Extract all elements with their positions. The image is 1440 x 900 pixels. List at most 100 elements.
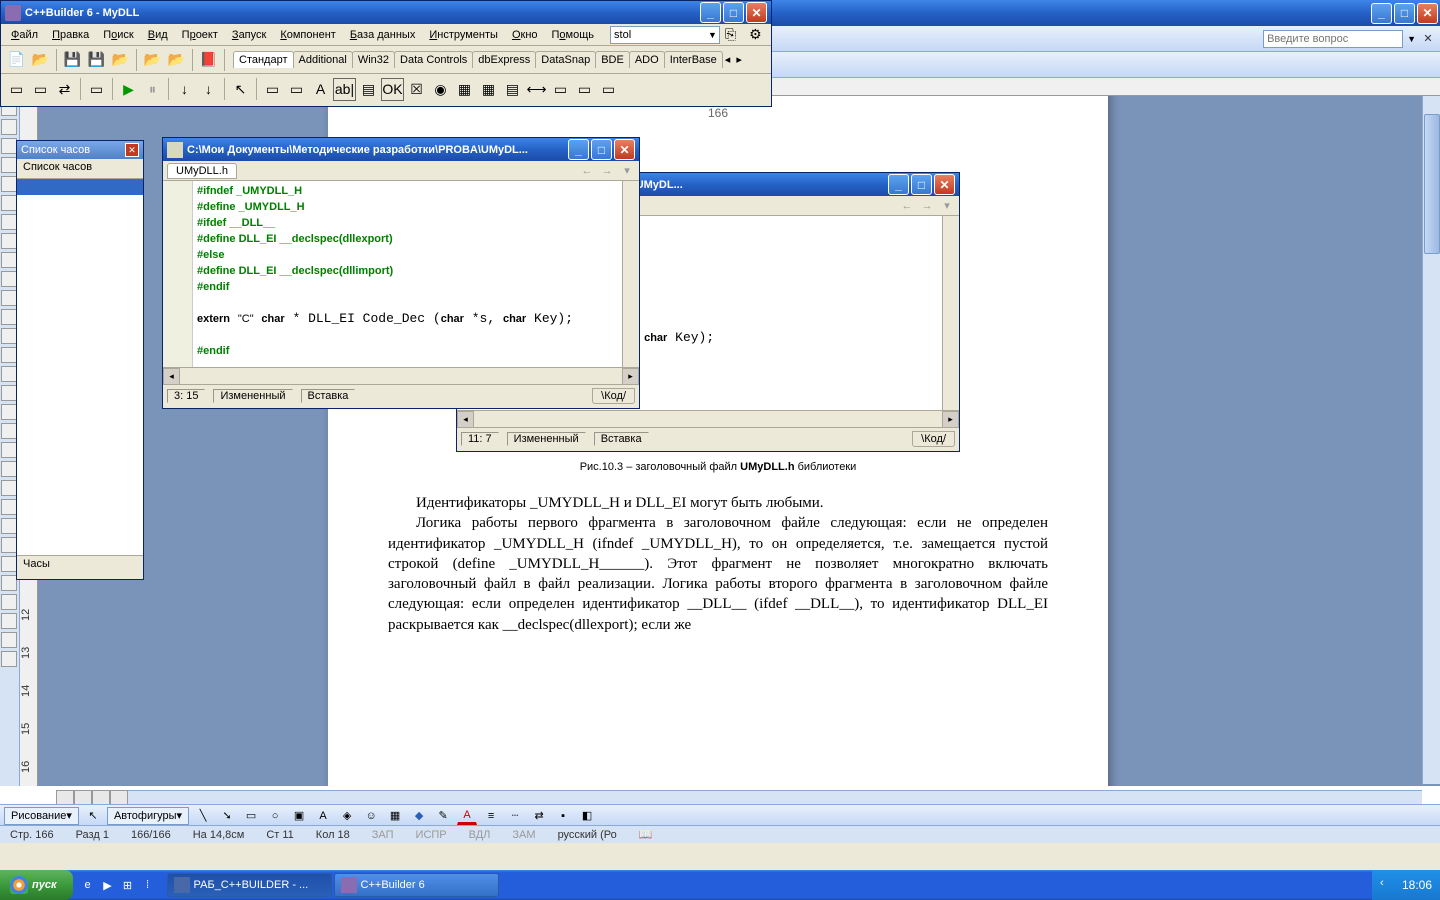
autoshapes-menu[interactable]: Автофигуры ▾ (107, 807, 189, 825)
help-question-input[interactable] (1263, 30, 1403, 48)
sidebar-tool-icon[interactable] (1, 119, 17, 135)
sidebar-tool-icon[interactable] (1, 575, 17, 591)
maximize-button[interactable]: □ (1394, 3, 1415, 24)
toolbar-close-icon[interactable]: ✕ (1420, 31, 1436, 47)
sidebar-tool-icon[interactable] (1, 290, 17, 306)
code-text-area[interactable]: #ifndef _UMYDLL_H #define _UMYDLL_H #ifd… (193, 181, 622, 367)
view-unit-icon[interactable]: ▭ (5, 78, 28, 101)
nav-fwd-icon[interactable]: → (599, 163, 615, 179)
status-book-icon[interactable]: 📖 (633, 828, 659, 841)
watch-list-tab[interactable]: Список часов (17, 159, 143, 179)
select-tool-icon[interactable]: ↖ (83, 807, 103, 825)
component-icon[interactable]: A (309, 78, 332, 101)
component-icon[interactable]: ▦ (453, 78, 476, 101)
minimize-button[interactable]: _ (568, 139, 589, 160)
desktop-icon[interactable]: ⊞ (119, 874, 137, 896)
component-icon[interactable]: ▤ (501, 78, 524, 101)
watch-list-selection[interactable] (17, 179, 143, 195)
close-button[interactable]: ✕ (1417, 3, 1438, 24)
sidebar-tool-icon[interactable] (1, 518, 17, 534)
horizontal-scrollbar[interactable]: ◂ ▸ (163, 367, 639, 384)
component-icon[interactable]: ▤ (357, 78, 380, 101)
cursor-icon[interactable]: ↖ (229, 78, 252, 101)
menu-view[interactable]: Вид (142, 27, 174, 43)
save-all-icon[interactable]: 💾 (85, 48, 108, 71)
builder-titlebar[interactable]: C++Builder 6 - MyDLL _ □ ✕ (1, 1, 771, 24)
3d-icon[interactable]: ◧ (577, 807, 597, 825)
menu-project[interactable]: Проект (176, 27, 224, 43)
component-search-input[interactable] (610, 26, 720, 44)
palette-tab-datasnap[interactable]: DataSnap (535, 51, 596, 68)
tray-expand-icon[interactable]: ‹ (1380, 877, 1396, 893)
textbox-tool-icon[interactable]: ▣ (289, 807, 309, 825)
sidebar-tool-icon[interactable] (1, 404, 17, 420)
nav-dropdown-icon[interactable]: ▾ (619, 163, 635, 179)
close-button[interactable]: ✕ (746, 2, 767, 23)
component-icon[interactable]: ⟷ (525, 78, 548, 101)
sidebar-tool-icon[interactable] (1, 556, 17, 572)
wordart-tool-icon[interactable]: A (313, 807, 333, 825)
component-icon[interactable]: ▦ (477, 78, 500, 101)
view-form-icon[interactable]: ▭ (29, 78, 52, 101)
menu-file[interactable]: Файл (5, 27, 44, 43)
sidebar-tool-icon[interactable] (1, 461, 17, 477)
sidebar-tool-icon[interactable] (1, 252, 17, 268)
file-tab[interactable]: UMyDLL.h (167, 163, 237, 179)
task-button-word[interactable]: РАБ_С++BUILDER - ... (167, 873, 332, 897)
palette-tab-interbase[interactable]: InterBase (664, 51, 723, 68)
sidebar-tool-icon[interactable] (1, 309, 17, 325)
picture-tool-icon[interactable]: ▦ (385, 807, 405, 825)
drawing-menu[interactable]: Рисование ▾ (4, 807, 79, 825)
nav-back-icon[interactable]: ← (899, 198, 915, 214)
line-color-icon[interactable]: ✎ (433, 807, 453, 825)
oval-tool-icon[interactable]: ○ (265, 807, 285, 825)
sidebar-tool-icon[interactable] (1, 594, 17, 610)
step-icon[interactable]: ↓ (197, 78, 220, 101)
diagram-tool-icon[interactable]: ◈ (337, 807, 357, 825)
scroll-left-icon[interactable]: ◂ (163, 368, 180, 385)
close-button[interactable]: ✕ (934, 174, 955, 195)
trace-icon[interactable]: ↓ (173, 78, 196, 101)
sidebar-tool-icon[interactable] (1, 632, 17, 648)
help-icon[interactable]: 📕 (197, 48, 220, 71)
component-icon[interactable]: ▭ (597, 78, 620, 101)
new-icon[interactable]: 📄 (5, 48, 28, 71)
shadow-icon[interactable]: ▪ (553, 807, 573, 825)
new-form-icon[interactable]: ▭ (85, 78, 108, 101)
ie-icon[interactable]: e (79, 874, 97, 896)
menu-help[interactable]: Помощь (546, 27, 601, 43)
component-icon[interactable]: ☒ (405, 78, 428, 101)
component-icon[interactable]: ▭ (285, 78, 308, 101)
scroll-left-icon[interactable]: ◂ (457, 411, 474, 428)
sidebar-tool-icon[interactable] (1, 499, 17, 515)
sidebar-tool-icon[interactable] (1, 480, 17, 496)
palette-scroll-left-icon[interactable]: ◂ (722, 53, 734, 66)
maximize-button[interactable]: □ (723, 2, 744, 23)
pause-icon[interactable]: ⏸ (141, 78, 164, 101)
sidebar-tool-icon[interactable] (1, 328, 17, 344)
vertical-scrollbar[interactable] (942, 216, 959, 410)
sidebar-tool-icon[interactable] (1, 271, 17, 287)
minimize-button[interactable]: _ (1371, 3, 1392, 24)
scroll-thumb[interactable] (1424, 114, 1440, 254)
vertical-scrollbar[interactable] (622, 181, 639, 367)
remove-file-icon[interactable]: 📂 (165, 48, 188, 71)
arrow-tool-icon[interactable]: ➘ (217, 807, 237, 825)
code-tab[interactable]: \Код/ (592, 388, 635, 404)
close-icon[interactable]: ✕ (125, 143, 139, 157)
sidebar-tool-icon[interactable] (1, 385, 17, 401)
toolbar-icon[interactable]: ⚙ (744, 23, 767, 46)
watch-list-titlebar[interactable]: Список часов ✕ (17, 141, 143, 159)
menu-run[interactable]: Запуск (226, 27, 272, 43)
rect-tool-icon[interactable]: ▭ (241, 807, 261, 825)
run-icon[interactable]: ▶ (117, 78, 140, 101)
open-project-icon[interactable]: 📂 (109, 48, 132, 71)
sidebar-tool-icon[interactable] (1, 138, 17, 154)
sidebar-tool-icon[interactable] (1, 157, 17, 173)
toolbar-icon[interactable]: ⎘ (719, 23, 742, 46)
palette-scroll-right-icon[interactable]: ▸ (733, 53, 745, 66)
font-color-icon[interactable]: A (457, 807, 477, 825)
minimize-button[interactable]: _ (700, 2, 721, 23)
component-icon[interactable]: OK (381, 78, 404, 101)
sidebar-tool-icon[interactable] (1, 442, 17, 458)
